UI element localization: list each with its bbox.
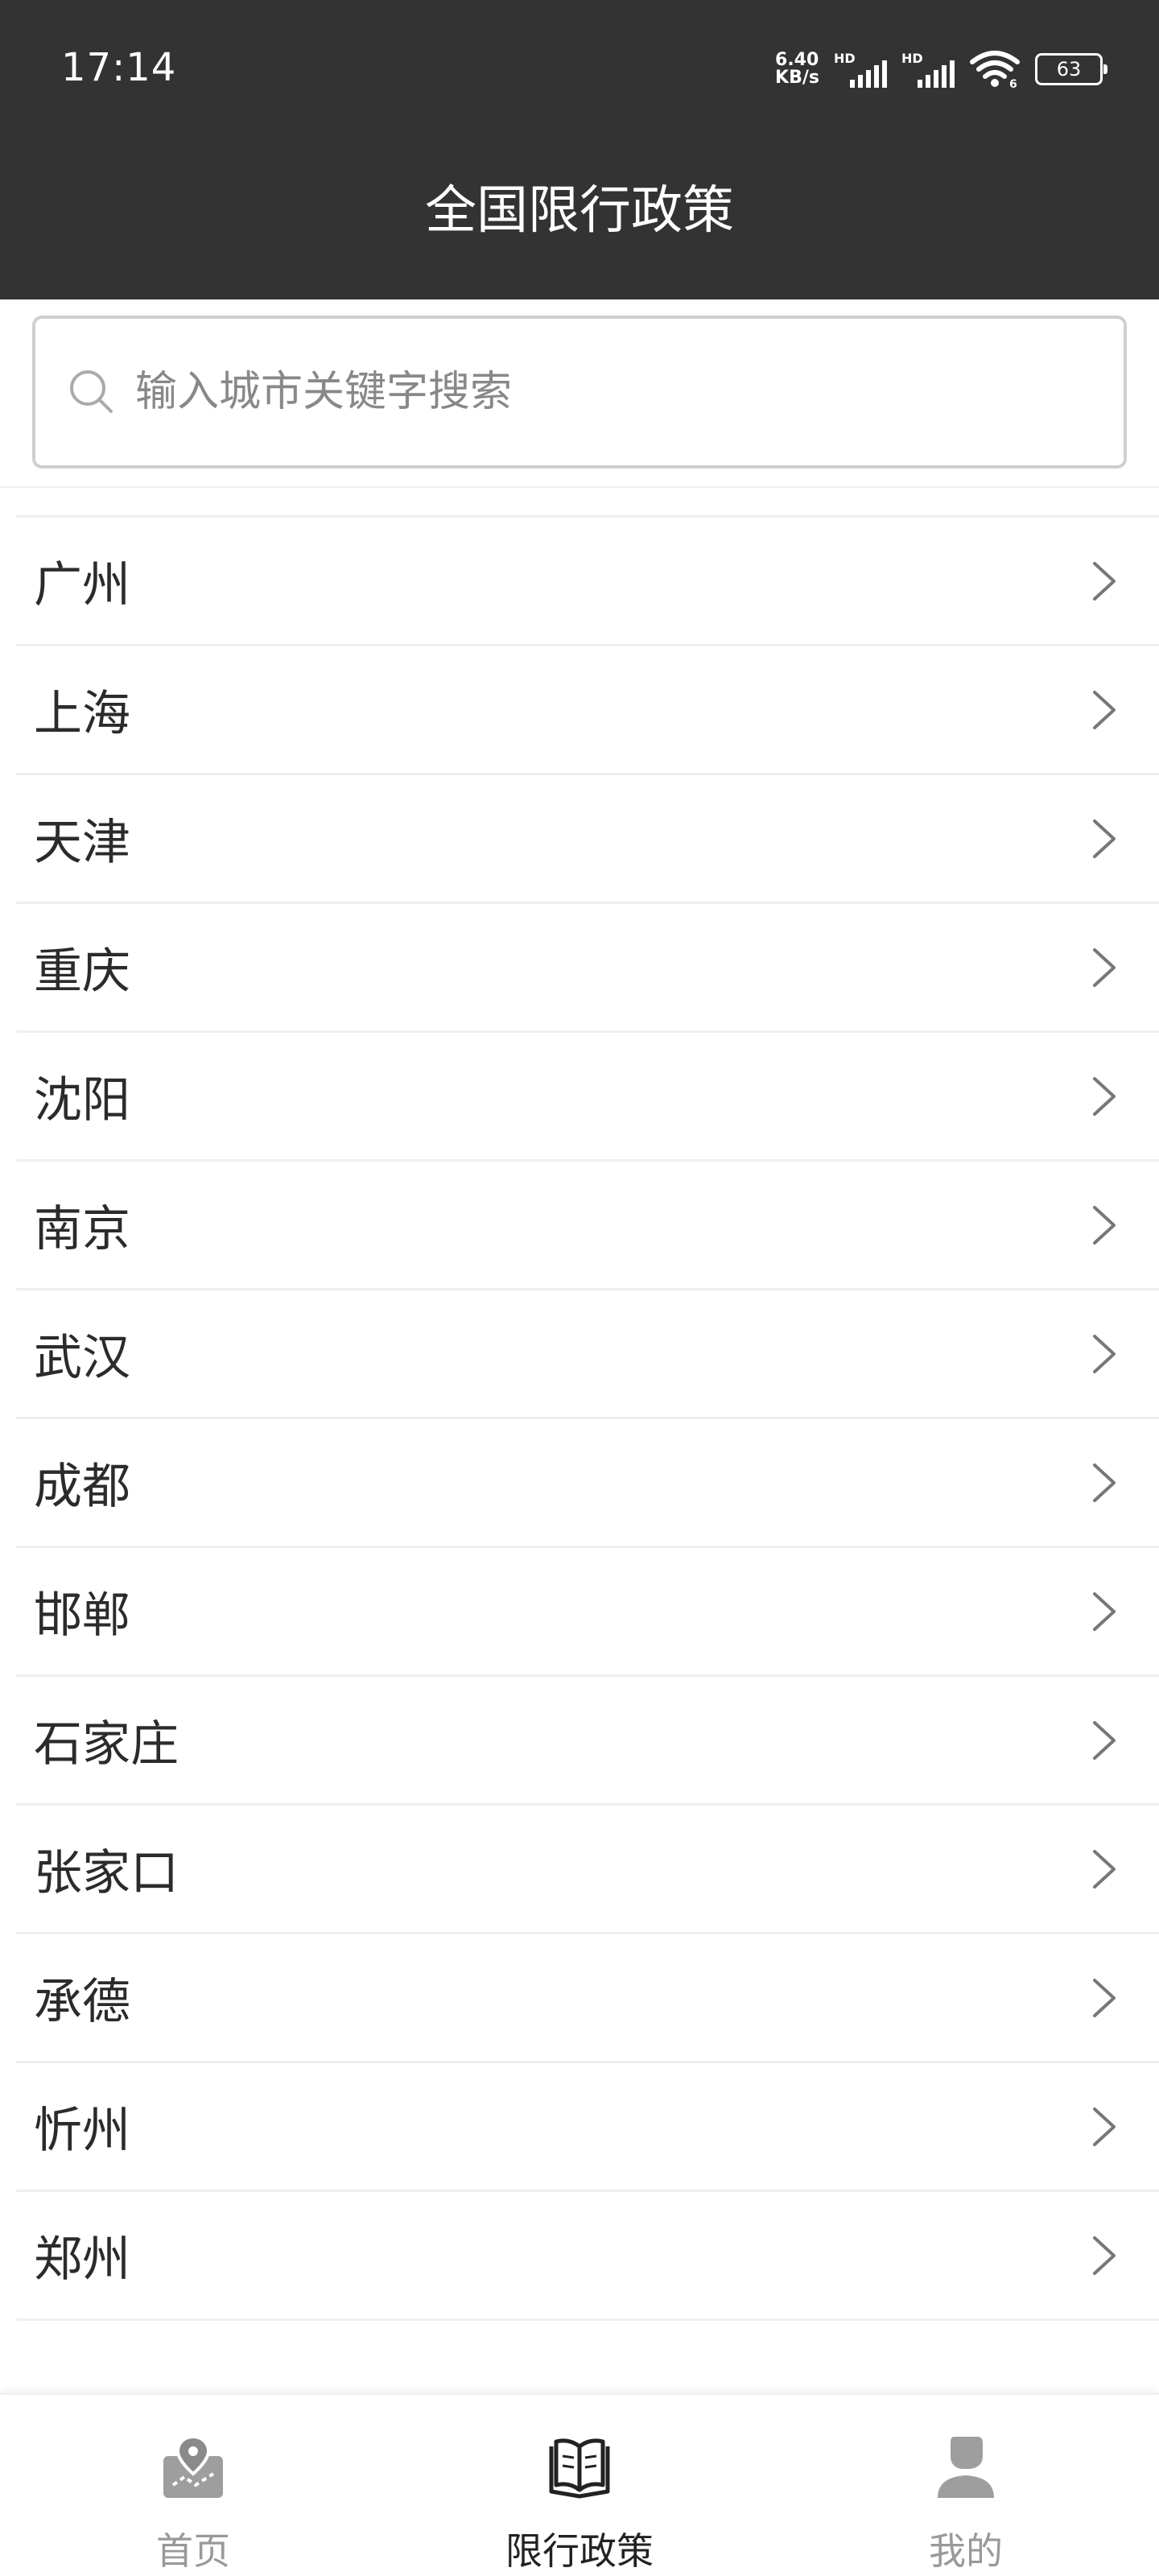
chevron-right-icon (1093, 561, 1116, 601)
cell-signal-1-icon: HD (834, 51, 887, 88)
city-name: 承德 (34, 1974, 130, 2030)
chevron-right-icon (1093, 1849, 1116, 1889)
search-input[interactable] (135, 352, 1021, 432)
city-name: 天津 (34, 815, 130, 871)
chevron-right-icon (1093, 2235, 1116, 2275)
battery-level: 63 (1056, 58, 1082, 80)
status-icons: 6.40 KB/s HD HD 6 63 (775, 45, 1107, 93)
chevron-right-icon (1093, 1076, 1116, 1116)
city-row-handan[interactable]: 邯郸 (16, 1548, 1159, 1677)
city-name: 邯郸 (34, 1587, 130, 1644)
city-row-zhengzhou[interactable]: 郑州 (16, 2192, 1159, 2321)
chevron-right-icon (1093, 819, 1116, 858)
battery-icon: 63 (1035, 53, 1107, 85)
network-speed: 6.40 KB/s (775, 52, 819, 87)
city-row-nanjing[interactable]: 南京 (16, 1162, 1159, 1290)
chevron-right-icon (1093, 1463, 1116, 1502)
city-row-chengdu[interactable]: 成都 (16, 1419, 1159, 1548)
city-row-xinzhou[interactable]: 忻州 (16, 2063, 1159, 2192)
nav-home-label: 首页 (156, 2529, 230, 2573)
city-name: 石家庄 (34, 1716, 179, 1773)
city-row-wuhan[interactable]: 武汉 (16, 1290, 1159, 1419)
city-row-chengde[interactable]: 承德 (16, 1934, 1159, 2063)
city-row-shenyang[interactable]: 沈阳 (16, 1033, 1159, 1162)
city-list: 广州 上海 天津 重庆 沈阳 南京 武汉 成都 邯郸 石家庄 张家口 承德 忻州… (0, 518, 1159, 2393)
chevron-right-icon (1093, 1334, 1116, 1373)
page-title: 全国限行政策 (425, 181, 734, 241)
city-row-shanghai[interactable]: 上海 (16, 646, 1159, 775)
status-bar: 17:14 6.40 KB/s HD HD 6 63 (0, 0, 1159, 145)
nav-profile[interactable]: 我的 (773, 2395, 1159, 2576)
chevron-right-icon (1093, 2107, 1116, 2146)
city-name: 重庆 (34, 943, 130, 1000)
chevron-right-icon (1093, 1205, 1116, 1245)
nav-profile-label: 我的 (929, 2529, 1003, 2573)
city-name: 南京 (34, 1201, 130, 1257)
wifi-label: 6 (1009, 78, 1017, 89)
divider (0, 486, 1159, 488)
city-row-zhangjiakou[interactable]: 张家口 (16, 1806, 1159, 1934)
network-speed-unit: KB/s (775, 68, 819, 88)
bottom-nav: 首页 限行政策 我的 (0, 2393, 1159, 2576)
chevron-right-icon (1093, 690, 1116, 729)
network-speed-value: 6.40 (775, 50, 819, 70)
map-pin-icon (163, 2434, 223, 2498)
wifi-icon: 6 (970, 51, 1020, 89)
city-name: 沈阳 (34, 1072, 130, 1129)
city-name: 武汉 (34, 1330, 130, 1386)
city-name: 成都 (34, 1459, 130, 1515)
status-time: 17:14 (61, 45, 177, 90)
city-name: 郑州 (34, 2231, 130, 2288)
city-row-anyang[interactable]: 安阳 (16, 2321, 1159, 2393)
city-name: 忻州 (34, 2103, 130, 2159)
search-box[interactable] (32, 316, 1127, 469)
search-icon (70, 370, 113, 413)
city-name: 广州 (34, 557, 130, 613)
chevron-right-icon (1093, 1591, 1116, 1631)
user-icon (938, 2437, 994, 2498)
city-name: 上海 (34, 686, 130, 742)
chevron-right-icon (1093, 1978, 1116, 2017)
nav-policy-label: 限行政策 (505, 2529, 654, 2573)
app-header: 17:14 6.40 KB/s HD HD 6 63 全国限行政策 (0, 0, 1159, 299)
nav-policy[interactable]: 限行政策 (386, 2395, 773, 2576)
book-icon (549, 2438, 610, 2499)
city-name: 张家口 (34, 1845, 179, 1901)
chevron-right-icon (1093, 947, 1116, 987)
nav-home[interactable]: 首页 (0, 2395, 386, 2576)
city-row-tianjin[interactable]: 天津 (16, 775, 1159, 904)
chevron-right-icon (1093, 1720, 1116, 1760)
city-row-guangzhou[interactable]: 广州 (16, 518, 1159, 646)
cell-signal-2-icon: HD (901, 51, 955, 88)
city-row-shijiazhuang[interactable]: 石家庄 (16, 1677, 1159, 1806)
city-row-chongqing[interactable]: 重庆 (16, 904, 1159, 1033)
